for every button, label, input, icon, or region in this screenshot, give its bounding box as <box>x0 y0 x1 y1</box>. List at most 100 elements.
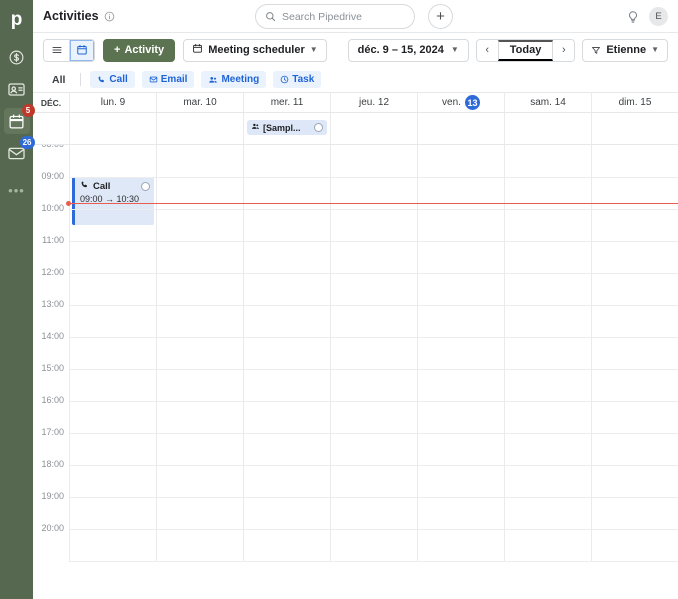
activities-badge: 5 <box>21 104 35 117</box>
all-day-event-title: [Sampl... <box>263 122 301 133</box>
day-column-0[interactable]: Call 09:00 → 10:30 <box>69 145 156 561</box>
time-label: 15:00 <box>41 363 64 373</box>
all-day-event[interactable]: [Sampl... <box>247 120 327 135</box>
people-icon <box>251 122 260 133</box>
activity-type-filters: All Call Email Meeting Task <box>33 67 678 92</box>
time-slot: 20:00 <box>33 523 69 561</box>
toolbar: + Activity Meeting scheduler ▼ déc. 9 – … <box>33 33 678 67</box>
day-header-0[interactable]: lun. 9 <box>69 93 156 112</box>
all-day-cell-3[interactable] <box>330 113 417 144</box>
day-columns: Call 09:00 → 10:30 <box>69 145 678 562</box>
sidebar-item-mail[interactable]: 26 <box>4 136 35 166</box>
info-circle-icon[interactable] <box>104 11 115 22</box>
date-range-label: déc. 9 – 15, 2024 <box>357 44 444 56</box>
sidebar-item-deals[interactable] <box>4 44 30 70</box>
meeting-scheduler-button[interactable]: Meeting scheduler ▼ <box>183 38 327 62</box>
filter-chip-meeting[interactable]: Meeting <box>201 71 267 88</box>
day-header-4[interactable]: ven. 13 <box>417 93 504 112</box>
calendar: DÉC. lun. 9 mar. 10 mer. 11 jeu. 12 ven. <box>33 92 678 599</box>
time-grid-scroll[interactable]: 08:00 09:00 10:00 11:00 12:00 13:00 14:0… <box>33 145 678 599</box>
time-label: 17:00 <box>41 427 64 437</box>
all-day-gutter <box>33 113 69 144</box>
calendar-icon <box>8 113 25 130</box>
top-bar: Activities + <box>33 0 678 33</box>
filter-chip-task-label: Task <box>292 74 315 85</box>
avatar[interactable]: E <box>649 7 668 26</box>
time-label: 12:00 <box>41 267 64 277</box>
add-activity-button[interactable]: + Activity <box>103 38 176 62</box>
divider <box>80 73 82 86</box>
date-nav-group: ‹ Today › <box>475 38 576 62</box>
time-label: 16:00 <box>41 395 64 405</box>
search-box[interactable] <box>255 4 415 29</box>
all-day-cell-6[interactable] <box>591 113 678 144</box>
calendar-day-header: DÉC. lun. 9 mar. 10 mer. 11 jeu. 12 ven. <box>33 93 678 113</box>
lightbulb-icon[interactable] <box>626 10 640 24</box>
user-filter-label: Etienne <box>606 44 647 56</box>
day-label: sam. 14 <box>530 97 566 108</box>
day-header-5[interactable]: sam. 14 <box>504 93 591 112</box>
day-column-1[interactable] <box>156 145 243 561</box>
day-column-3[interactable] <box>330 145 417 561</box>
sidebar-more-button[interactable]: ••• <box>8 184 25 197</box>
calendar-icon <box>192 43 203 57</box>
day-column-4[interactable] <box>417 145 504 561</box>
all-day-cell-2[interactable]: [Sampl... <box>243 113 330 144</box>
phone-icon <box>80 180 89 192</box>
app-root: p 5 26 ••• Activities Search Pipedrive +… <box>0 0 678 599</box>
filter-chip-call[interactable]: Call <box>90 71 135 88</box>
add-button[interactable]: + <box>428 4 453 29</box>
current-time-dot <box>66 201 71 206</box>
page-title: Activities <box>43 9 99 23</box>
all-day-cell-4[interactable] <box>417 113 504 144</box>
time-label: 20:00 <box>41 523 64 533</box>
time-label: 11:00 <box>42 235 64 245</box>
today-button[interactable]: Today <box>497 39 554 61</box>
day-column-6[interactable] <box>591 145 678 561</box>
time-label: 18:00 <box>41 459 64 469</box>
all-day-cell-1[interactable] <box>156 113 243 144</box>
today-date-badge: 13 <box>464 95 480 110</box>
user-filter-button[interactable]: Etienne ▼ <box>582 38 668 62</box>
day-header-6[interactable]: dim. 15 <box>591 93 678 112</box>
mark-done-circle[interactable] <box>141 181 150 191</box>
day-header-2[interactable]: mer. 11 <box>243 93 330 112</box>
chevron-down-icon: ▼ <box>450 45 459 54</box>
month-label: DÉC. <box>40 97 62 108</box>
day-label: dim. 15 <box>618 97 652 108</box>
filter-chip-task[interactable]: Task <box>273 71 322 88</box>
calendar-view-icon[interactable] <box>69 39 94 61</box>
day-column-2[interactable] <box>243 145 330 561</box>
filter-chip-email[interactable]: Email <box>141 71 195 88</box>
main-area: Activities + <box>33 0 678 599</box>
time-label: 13:00 <box>41 299 64 309</box>
calendar-event-call[interactable]: Call 09:00 → 10:30 <box>72 177 154 225</box>
day-header-1[interactable]: mar. 10 <box>156 93 243 112</box>
sidebar-item-contacts[interactable] <box>4 76 30 102</box>
mark-done-circle[interactable] <box>314 123 323 132</box>
time-label: 08:00 <box>41 145 64 149</box>
day-header-3[interactable]: jeu. 12 <box>330 93 417 112</box>
next-week-button[interactable]: › <box>553 39 575 61</box>
sidebar-item-activities[interactable]: 5 <box>3 104 35 134</box>
filter-chip-all[interactable]: All <box>43 74 73 86</box>
contact-card-icon <box>7 80 26 99</box>
list-view-icon[interactable] <box>44 39 69 61</box>
all-day-cell-5[interactable] <box>504 113 591 144</box>
prev-week-button[interactable]: ‹ <box>476 39 498 61</box>
filter-chip-call-label: Call <box>109 74 128 85</box>
dollar-circle-icon <box>8 49 25 66</box>
meeting-scheduler-label: Meeting scheduler <box>208 44 305 56</box>
view-toggle <box>43 38 95 62</box>
pipedrive-logo[interactable]: p <box>4 8 30 34</box>
all-day-cell-0[interactable] <box>69 113 156 144</box>
search-icon <box>265 11 276 22</box>
date-range-button[interactable]: déc. 9 – 15, 2024 ▼ <box>347 38 469 62</box>
time-label: 19:00 <box>41 491 64 501</box>
time-label: 10:00 <box>41 203 64 213</box>
day-column-5[interactable] <box>504 145 591 561</box>
clock-icon <box>280 75 289 84</box>
event-title: Call <box>93 180 111 192</box>
search-input[interactable] <box>282 10 402 23</box>
month-gutter: DÉC. <box>33 93 69 112</box>
